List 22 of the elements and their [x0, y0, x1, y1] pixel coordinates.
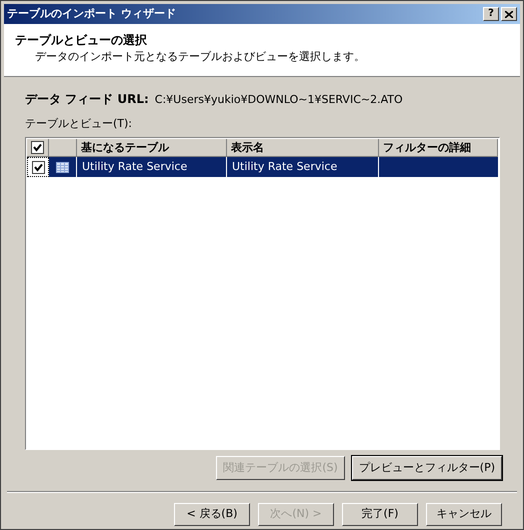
feed-url-label: データ フィード URL:	[25, 91, 149, 108]
close-icon	[505, 10, 513, 18]
list-label: テーブルとビュー(T):	[24, 116, 132, 132]
header-subtitle: データのインポート元となるテーブルおよびビューを選択します。	[34, 49, 366, 65]
checkbox[interactable]	[31, 141, 44, 154]
footer-button[interactable]: < 戻る(B)	[174, 503, 250, 526]
action-button[interactable]: プレビューとフィルター(P)	[352, 456, 502, 480]
table-cell: Utility Rate Service	[227, 157, 379, 177]
window-title: テーブルのインポート ウィザード	[7, 6, 176, 22]
table-icon	[56, 162, 69, 172]
header-title: テーブルとビューの選択	[15, 32, 148, 49]
column-header[interactable]: 基になるテーブル	[77, 139, 227, 157]
checkbox[interactable]	[32, 160, 44, 174]
footer-button[interactable]: キャンセル	[426, 503, 502, 526]
help-button[interactable]: ?	[483, 7, 499, 21]
column-header[interactable]: 表示名	[227, 139, 379, 157]
column-header[interactable]: フィルターの詳細	[379, 139, 498, 157]
table-cell: Utility Rate Service	[77, 157, 227, 177]
table-row[interactable]: Utility Rate Service Utility Rate Service	[27, 157, 498, 177]
footer-button[interactable]: 完了(F)	[342, 503, 418, 526]
close-button[interactable]	[501, 7, 517, 21]
feed-url-value: C:¥Users¥yukio¥DOWNLO~1¥SERVIC~2.ATO	[154, 92, 403, 108]
